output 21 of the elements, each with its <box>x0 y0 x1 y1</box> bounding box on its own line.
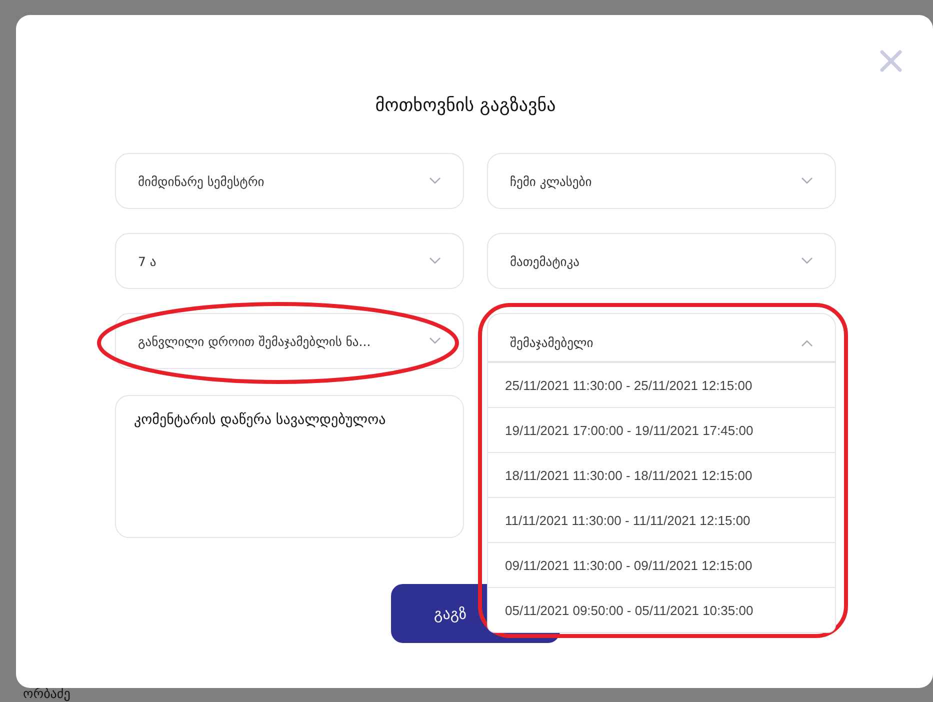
dropdown-option[interactable]: 09/11/2021 11:30:00 - 09/11/2021 12:15:00 <box>488 542 835 587</box>
dropdown-option[interactable]: 05/11/2021 09:50:00 - 05/11/2021 10:35:00 <box>488 587 835 632</box>
background-text: ორბაძე <box>22 688 72 702</box>
dialog-title: მოთხოვნის გაგზავნა <box>374 95 557 116</box>
select-field[interactable]: 7 ა <box>115 233 464 289</box>
chevron-down-icon <box>801 177 813 185</box>
dropdown-option[interactable]: 11/11/2021 11:30:00 - 11/11/2021 12:15:00 <box>488 497 835 542</box>
select-field[interactable]: მიმდინარე სემესტრი <box>115 153 464 209</box>
select-field[interactable]: ჩემი კლასები <box>487 153 836 209</box>
chevron-down-icon <box>429 177 441 185</box>
dropdown-option[interactable]: 19/11/2021 17:00:00 - 19/11/2021 17:45:00 <box>488 407 835 452</box>
chevron-down-icon <box>801 257 813 265</box>
select-field[interactable]: მათემატიკა <box>487 233 836 289</box>
close-icon[interactable] <box>879 49 903 73</box>
select-field[interactable]: განვლილი დროით შემაჯამებლის ნა... <box>115 313 464 369</box>
chevron-up-icon <box>801 338 813 346</box>
chevron-down-icon <box>429 337 441 345</box>
dropdown-option[interactable]: 25/11/2021 11:30:00 - 25/11/2021 12:15:00 <box>488 362 835 407</box>
dropdown-option[interactable]: 18/11/2021 11:30:00 - 18/11/2021 12:15:00 <box>488 452 835 497</box>
comment-field[interactable]: კომენტარის დაწერა სავალდებულოა <box>115 395 464 538</box>
chevron-down-icon <box>429 257 441 265</box>
